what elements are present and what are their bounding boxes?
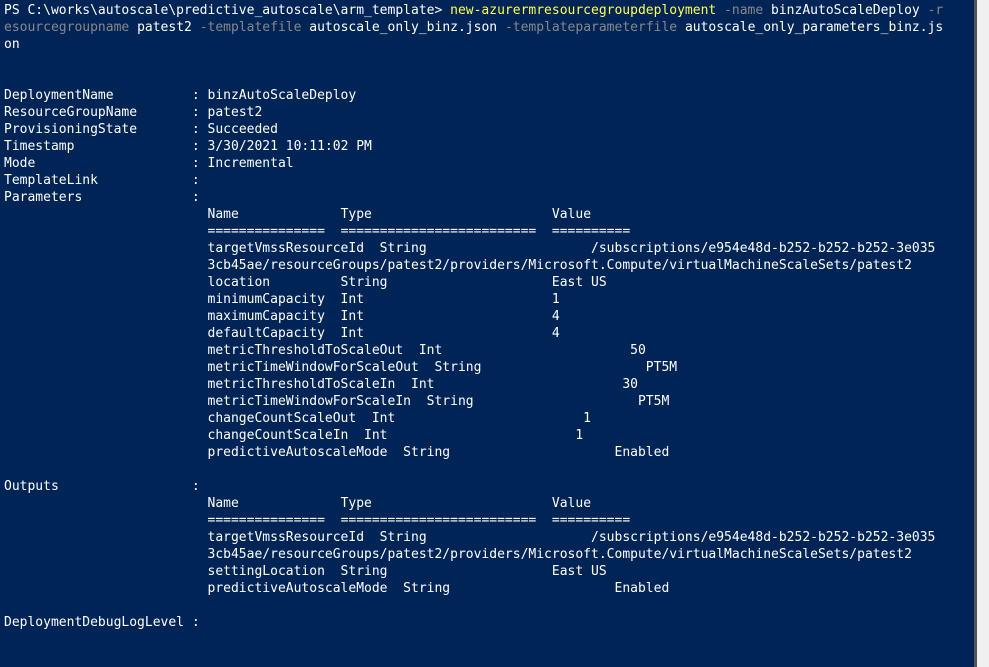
p-row-1b: 3cb45ae/resourceGroups/patest2/providers… xyxy=(208,258,912,273)
lbl-ts: Timestamp xyxy=(4,139,74,154)
hdr-value: Value xyxy=(552,207,591,222)
arg-tpl: autoscale_only_binz.json xyxy=(309,20,497,35)
powershell-console[interactable]: PS C:\works\autoscale\predictive_autosca… xyxy=(0,0,977,667)
param-tplp: -templateparameterfile xyxy=(505,20,677,35)
val-mode: Incremental xyxy=(208,156,294,171)
lbl-params: Parameters xyxy=(4,190,82,205)
p-row-3: minimumCapacity Int 1 xyxy=(208,292,560,307)
hdr-d1: =============== xyxy=(208,224,325,239)
val-rg: patest2 xyxy=(208,105,263,120)
hdr-name: Name xyxy=(208,207,239,222)
p-row-4: maximumCapacity Int 4 xyxy=(208,309,560,324)
hdr-d2: ========================= xyxy=(341,224,537,239)
hdr-type: Type xyxy=(341,207,372,222)
ohdr-value: Value xyxy=(552,496,591,511)
p-row-9: metricTimeWindowForScaleIn String PT5M xyxy=(208,394,670,409)
lbl-outputs: Outputs xyxy=(4,479,59,494)
lbl-deployname: DeploymentName xyxy=(4,88,114,103)
ohdr-name: Name xyxy=(208,496,239,511)
val-deployname: binzAutoScaleDeploy xyxy=(208,88,357,103)
p-row-11: changeCountScaleIn Int 1 xyxy=(208,428,584,443)
o-row-3: predictiveAutoscaleMode String Enabled xyxy=(208,581,670,596)
lbl-rg: ResourceGroupName xyxy=(4,105,137,120)
param-name: -name xyxy=(724,3,763,18)
ohdr-d1: =============== xyxy=(208,513,325,528)
arg-rg: patest2 xyxy=(137,20,192,35)
param-rg-a: -r xyxy=(928,3,944,18)
p-row-12: predictiveAutoscaleMode String Enabled xyxy=(208,445,670,460)
arg-name: binzAutoScaleDeploy xyxy=(771,3,920,18)
val-ts: 3/30/2021 10:11:02 PM xyxy=(208,139,372,154)
ohdr-d3: ========== xyxy=(552,513,630,528)
command: new-azurermresourcegroupdeployment xyxy=(450,3,716,18)
lbl-mode: Mode xyxy=(4,156,35,171)
param-tpl: -templatefile xyxy=(200,20,302,35)
o-row-2: settingLocation String East US xyxy=(208,564,607,579)
p-row-7: metricTimeWindowForScaleOut String PT5M xyxy=(208,360,678,375)
p-row-2: location String East US xyxy=(208,275,607,290)
lbl-tpl-link: TemplateLink xyxy=(4,173,98,188)
o-row-1b: 3cb45ae/resourceGroups/patest2/providers… xyxy=(208,547,912,562)
param-rg-b: esourcegroupname xyxy=(4,20,129,35)
p-row-10: changeCountScaleOut Int 1 xyxy=(208,411,592,426)
terminal-output: PS C:\works\autoscale\predictive_autosca… xyxy=(4,2,970,667)
lbl-debuglog: DeploymentDebugLogLevel xyxy=(4,615,184,630)
prompt-path: PS C:\works\autoscale\predictive_autosca… xyxy=(4,3,442,18)
p-row-6: metricThresholdToScaleOut Int 50 xyxy=(208,343,646,358)
o-row-1a: targetVmssResourceId String /subscriptio… xyxy=(208,530,936,545)
arg-tplp-a: autoscale_only_parameters_binz.js xyxy=(685,20,943,35)
hdr-d3: ========== xyxy=(552,224,630,239)
val-prov: Succeeded xyxy=(208,122,278,137)
p-row-1a: targetVmssResourceId String /subscriptio… xyxy=(208,241,936,256)
lbl-prov: ProvisioningState xyxy=(4,122,137,137)
ohdr-type: Type xyxy=(341,496,372,511)
p-row-8: metricThresholdToScaleIn Int 30 xyxy=(208,377,638,392)
p-row-5: defaultCapacity Int 4 xyxy=(208,326,560,341)
ohdr-d2: ========================= xyxy=(341,513,537,528)
arg-tplp-b: on xyxy=(4,37,20,52)
